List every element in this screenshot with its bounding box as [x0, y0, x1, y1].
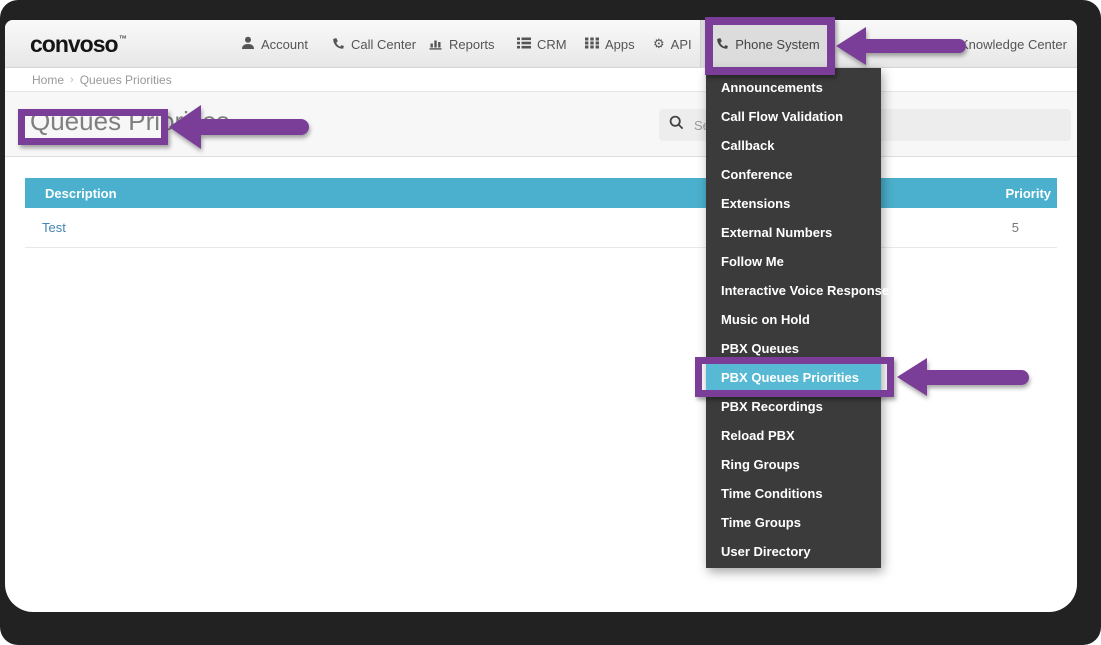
gear-icon: ⚙	[653, 36, 665, 52]
page-header: Queues Priorities	[5, 92, 1077, 157]
menu-item-user-directory[interactable]: User Directory	[706, 537, 881, 566]
gear-icon: ⚙	[847, 36, 859, 52]
column-header-description[interactable]: Description	[25, 178, 684, 208]
bar-chart-icon	[429, 36, 443, 53]
menu-item-announcements[interactable]: Announcements	[706, 73, 881, 102]
menu-item-ring-groups[interactable]: Ring Groups	[706, 450, 881, 479]
nav-reports[interactable]: Reports	[429, 20, 495, 68]
menu-item-pbx-queues[interactable]: PBX Queues	[706, 334, 881, 363]
menu-item-pbx-recordings[interactable]: PBX Recordings	[706, 392, 881, 421]
cell-description: Test	[25, 208, 684, 248]
nav-crm[interactable]: CRM	[517, 20, 567, 68]
nav-crm-label: CRM	[537, 36, 567, 52]
nav-settings[interactable]: ⚙ Settings	[847, 20, 912, 68]
nav-knowledge-center-label: Knowledge Center	[960, 36, 1067, 52]
menu-item-time-groups[interactable]: Time Groups	[706, 508, 881, 537]
menu-item-time-conditions[interactable]: Time Conditions	[706, 479, 881, 508]
menu-item-music-on-hold[interactable]: Music on Hold	[706, 305, 881, 334]
screenshot-frame: convoso ™ Account Call Center Reports CRM…	[0, 0, 1101, 645]
nav-call-center-label: Call Center	[351, 36, 417, 52]
breadcrumb-current: Queues Priorities	[79, 72, 172, 87]
menu-item-external-numbers[interactable]: External Numbers	[706, 218, 881, 247]
phone-system-menu: Announcements Call Flow Validation Callb…	[706, 68, 889, 568]
queues-priorities-table: Description Priority Test 5	[25, 178, 1057, 248]
menu-item-follow-me[interactable]: Follow Me	[706, 247, 881, 276]
top-navbar: convoso ™ Account Call Center Reports CRM…	[5, 20, 1077, 68]
breadcrumb: Home › Queues Priorities	[5, 68, 1077, 92]
convoso-logo[interactable]: convoso ™	[30, 20, 127, 68]
menu-item-reload-pbx[interactable]: Reload PBX	[706, 421, 881, 450]
menu-item-call-flow-validation[interactable]: Call Flow Validation	[706, 102, 881, 131]
nav-phone-system-label: Phone System	[735, 36, 820, 52]
breadcrumb-separator: ›	[70, 73, 74, 86]
nav-call-center[interactable]: Call Center	[331, 20, 416, 68]
table-header-row: Description Priority	[25, 178, 1057, 208]
app-window: convoso ™ Account Call Center Reports CRM…	[5, 20, 1077, 612]
menu-item-extensions[interactable]: Extensions	[706, 189, 881, 218]
table-row: Test 5	[25, 208, 1057, 248]
breadcrumb-home[interactable]: Home	[32, 73, 64, 87]
nav-knowledge-center[interactable]: Knowledge Center	[960, 20, 1067, 68]
menu-item-conference[interactable]: Conference	[706, 160, 881, 189]
menu-item-pbx-queues-priorities[interactable]: PBX Queues Priorities	[706, 363, 881, 392]
trademark: ™	[118, 33, 127, 43]
nav-apps[interactable]: Apps	[585, 20, 635, 68]
nav-reports-label: Reports	[449, 36, 495, 52]
nav-api-label: API	[670, 36, 692, 52]
menu-item-interactive-voice-response[interactable]: Interactive Voice Response	[706, 276, 889, 305]
nav-account[interactable]: Account	[241, 20, 308, 68]
nav-phone-system[interactable]: Phone System	[700, 20, 835, 68]
grid-icon	[585, 36, 599, 53]
logo-text: convoso	[30, 30, 119, 57]
menu-item-callback[interactable]: Callback	[706, 131, 881, 160]
nav-account-label: Account	[261, 36, 308, 52]
phone-icon	[331, 36, 345, 53]
nav-api[interactable]: ⚙ API	[653, 20, 692, 68]
page-title: Queues Priorities	[30, 106, 230, 136]
list-icon	[517, 36, 531, 53]
nav-apps-label: Apps	[605, 36, 635, 52]
nav-settings-label: Settings	[864, 36, 912, 52]
phone-icon	[715, 36, 729, 53]
search-icon	[669, 115, 684, 135]
queue-priority-link[interactable]: Test	[42, 220, 66, 235]
user-icon	[241, 36, 255, 53]
